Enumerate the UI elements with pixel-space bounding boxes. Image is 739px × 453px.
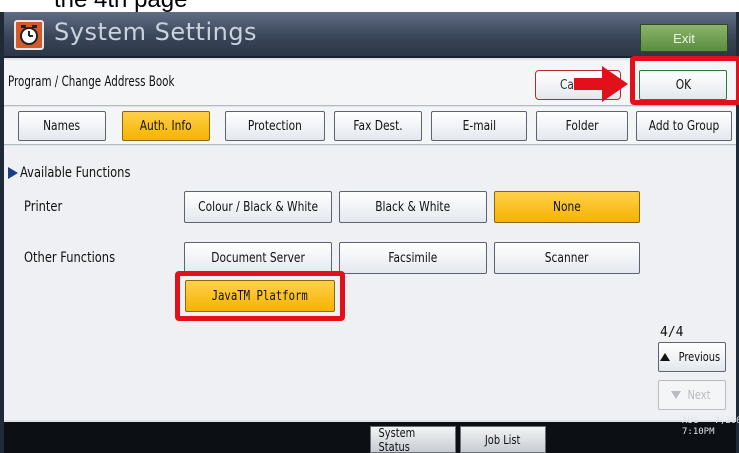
- red-arrow-icon: [574, 66, 628, 102]
- option-label: Black & White: [375, 199, 451, 215]
- printer-bw-button[interactable]: Black & White: [339, 191, 487, 223]
- option-label: Scanner: [545, 250, 589, 266]
- section-heading: Available Functions: [8, 165, 155, 181]
- up-triangle-icon: [659, 353, 670, 361]
- previous-button[interactable]: Previous: [658, 342, 726, 372]
- page-caption: the 4th page: [54, 0, 187, 12]
- tab-fax-dest[interactable]: Fax Dest.: [334, 111, 422, 141]
- tab-protection[interactable]: Protection: [225, 111, 325, 141]
- tab-label: Folder: [565, 118, 599, 134]
- window-title: System Settings: [54, 18, 258, 46]
- tab-label: Names: [43, 118, 81, 134]
- printer-label-text: Printer: [24, 199, 63, 215]
- tab-label: Fax Dest.: [353, 118, 403, 134]
- option-label: Facsimile: [388, 250, 438, 266]
- tab-names[interactable]: Names: [18, 111, 106, 141]
- date-text: AUG 7,2008: [682, 416, 739, 426]
- printer-colour-bw-button[interactable]: Colour / Black & White: [184, 191, 332, 223]
- tab-label: Auth. Info: [140, 118, 192, 134]
- status-bar: System Status Job List: [4, 422, 736, 453]
- job-list-label: Job List: [485, 432, 521, 447]
- title-bar: System Settings Exit: [4, 12, 736, 58]
- tab-label: E-mail: [462, 118, 496, 134]
- other-functions-label: Other Functions: [24, 250, 135, 266]
- next-label: Next: [687, 388, 711, 402]
- scanner-button[interactable]: Scanner: [494, 242, 640, 274]
- clock-icon: [14, 20, 44, 50]
- printer-none-button[interactable]: None: [494, 191, 640, 223]
- option-label: Colour / Black & White: [198, 199, 318, 215]
- tab-folder[interactable]: Folder: [536, 111, 628, 141]
- document-server-button[interactable]: Document Server: [184, 242, 332, 274]
- triangle-icon: [8, 167, 18, 179]
- facsimile-button[interactable]: Facsimile: [339, 242, 487, 274]
- ok-highlight-box: [630, 56, 739, 105]
- page-indicator: 4/4: [660, 325, 684, 340]
- system-status-label: System Status: [378, 425, 416, 453]
- down-triangle-icon: [671, 391, 682, 399]
- tab-auth-info[interactable]: Auth. Info: [122, 111, 210, 141]
- system-status-button[interactable]: System Status: [370, 426, 456, 453]
- tab-label: Protection: [248, 118, 302, 134]
- device-panel: System Settings Exit Program / Change Ad…: [0, 12, 739, 453]
- section-heading-text: Available Functions: [20, 165, 131, 181]
- previous-label: Previous: [678, 350, 720, 364]
- exit-button[interactable]: Exit: [640, 24, 728, 52]
- other-functions-label-text: Other Functions: [24, 250, 116, 266]
- option-label: Document Server: [211, 250, 305, 266]
- printer-label: Printer: [24, 199, 71, 215]
- next-button: Next: [658, 380, 726, 410]
- date-time: AUG 7,20087:10PM: [682, 416, 739, 438]
- option-label: None: [553, 199, 581, 215]
- breadcrumb: Program / Change Address Book: [8, 74, 175, 90]
- job-list-button[interactable]: Job List: [460, 426, 546, 453]
- java-highlight-box: [175, 271, 345, 321]
- time-text: 7:10PM: [682, 427, 715, 437]
- content-area: [4, 146, 736, 420]
- tab-email[interactable]: E-mail: [431, 111, 527, 141]
- tab-label: Add to Group: [648, 118, 720, 134]
- tab-add-to-group[interactable]: Add to Group: [636, 111, 732, 141]
